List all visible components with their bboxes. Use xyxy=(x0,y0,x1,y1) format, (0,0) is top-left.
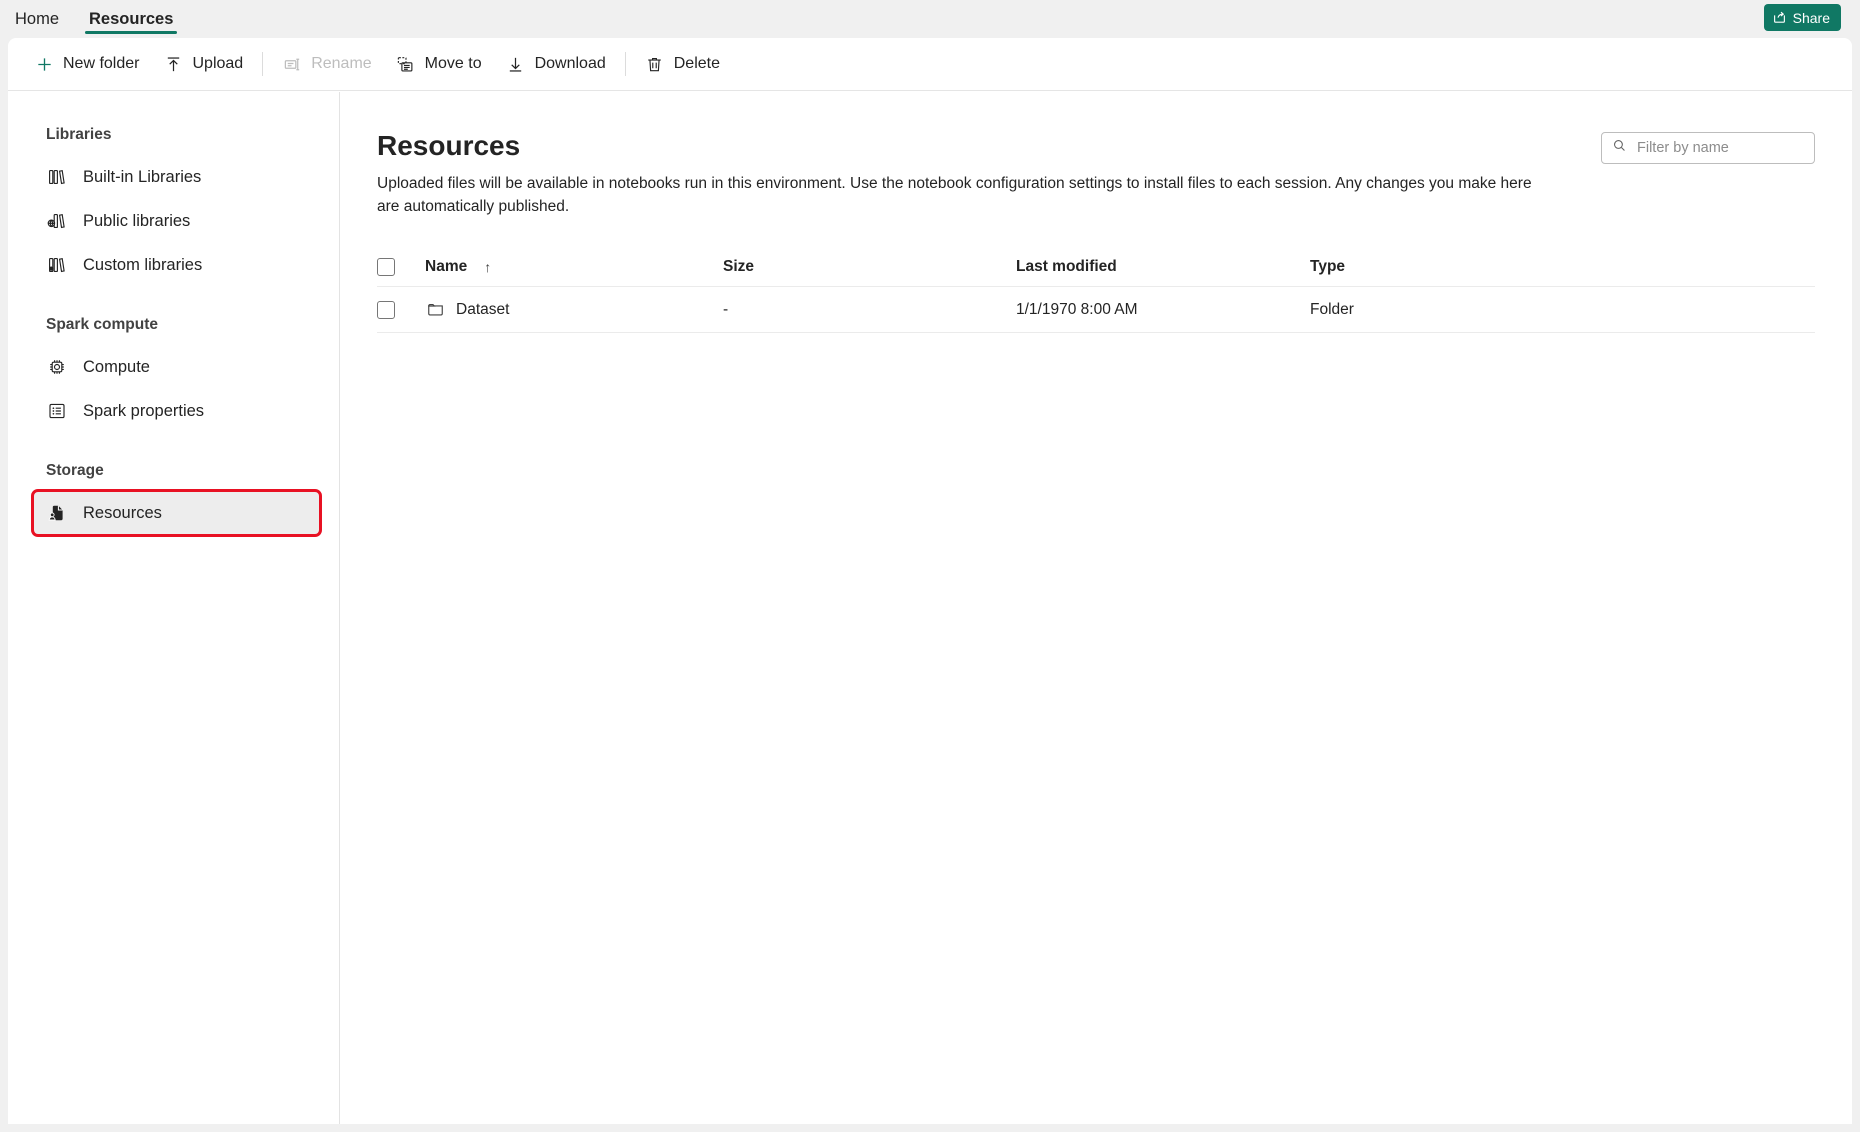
move-to-icon xyxy=(396,54,416,74)
sidebar-item-custom-libraries[interactable]: Custom libraries xyxy=(34,244,319,286)
new-folder-label: New folder xyxy=(63,55,140,72)
app-surface: New folder Upload Rename Move to Downloa… xyxy=(8,38,1852,1124)
page-title: Resources xyxy=(377,130,521,161)
nav-group-spark-compute-title: Spark compute xyxy=(46,316,158,333)
sort-ascending-icon: ↑ xyxy=(484,258,492,275)
toolbar-separator-2 xyxy=(624,52,626,76)
upload-arrow-icon xyxy=(163,54,183,74)
sidebar-item-label: Spark properties xyxy=(83,401,205,420)
public-books-icon xyxy=(46,210,68,232)
share-button[interactable]: Share xyxy=(1763,4,1841,31)
sidebar-item-resources[interactable]: Resources xyxy=(31,489,322,537)
top-tab-strip: Home Resources Share xyxy=(0,0,1860,38)
share-icon xyxy=(1772,9,1787,27)
rename-label: Rename xyxy=(311,55,372,72)
folder-icon xyxy=(425,300,445,320)
tab-resources-label: Resources xyxy=(89,9,174,28)
sidebar-item-built-in-libraries[interactable]: Built-in Libraries xyxy=(34,156,319,198)
books-icon xyxy=(46,166,68,188)
sidebar-item-label: Compute xyxy=(83,357,150,376)
sidebar-item-label: Resources xyxy=(83,503,162,522)
share-button-label: Share xyxy=(1792,9,1830,26)
filter-by-name-box[interactable] xyxy=(1601,132,1826,164)
title-block: Resources Uploaded files will be availab… xyxy=(377,130,1545,218)
upload-label: Upload xyxy=(192,55,244,72)
nav-group-libraries-title: Libraries xyxy=(46,126,112,143)
sidebar-item-label: Built-in Libraries xyxy=(83,167,202,186)
main-header: Resources Uploaded files will be availab… xyxy=(377,130,1826,218)
tab-home[interactable]: Home xyxy=(0,0,74,38)
resources-file-icon xyxy=(46,502,68,524)
sidebar-item-label: Custom libraries xyxy=(83,255,203,274)
table-row[interactable]: Dataset - 1/1/1970 8:00 AM Folder xyxy=(377,287,1815,334)
column-header-name-label: Name xyxy=(425,257,468,275)
cell-name: Dataset xyxy=(425,300,723,320)
rename-icon xyxy=(282,54,302,74)
main-content: Resources Uploaded files will be availab… xyxy=(341,92,1852,1124)
page-description: Uploaded files will be available in note… xyxy=(377,175,1532,215)
toolbar-separator-1 xyxy=(262,52,264,76)
sidebar-item-public-libraries[interactable]: Public libraries xyxy=(34,200,319,242)
upload-button[interactable]: Upload xyxy=(151,46,255,83)
tab-resources[interactable]: Resources xyxy=(74,0,188,38)
new-folder-button[interactable]: New folder xyxy=(22,46,151,83)
move-to-button[interactable]: Move to xyxy=(384,46,494,83)
move-to-label: Move to xyxy=(424,55,482,72)
select-all-cell xyxy=(377,257,425,276)
command-bar: New folder Upload Rename Move to Downloa… xyxy=(8,38,1852,91)
select-all-checkbox[interactable] xyxy=(377,257,395,276)
download-label: Download xyxy=(534,55,606,72)
sidebar-item-spark-properties[interactable]: Spark properties xyxy=(34,390,319,432)
nav-group-storage-title: Storage xyxy=(46,462,104,479)
resources-file-table: Name ↑ Size Last modified Type Dataset -… xyxy=(377,247,1815,334)
column-header-name[interactable]: Name ↑ xyxy=(425,258,723,276)
cell-last-modified: 1/1/1970 8:00 AM xyxy=(1016,300,1138,318)
download-arrow-icon xyxy=(506,54,526,74)
search-icon xyxy=(1612,138,1627,158)
plus-icon xyxy=(34,54,54,74)
column-header-type[interactable]: Type xyxy=(1310,258,1815,276)
column-header-last-modified[interactable]: Last modified xyxy=(1016,258,1310,276)
row-select-cell xyxy=(377,300,425,319)
download-button[interactable]: Download xyxy=(494,46,618,83)
table-header-row: Name ↑ Size Last modified Type xyxy=(377,247,1815,288)
delete-button[interactable]: Delete xyxy=(633,46,732,83)
cell-name-label: Dataset xyxy=(456,300,510,318)
cell-size: - xyxy=(723,300,729,318)
cpu-chip-icon xyxy=(46,356,68,378)
list-properties-icon xyxy=(46,400,68,422)
delete-label: Delete xyxy=(673,55,720,72)
custom-books-icon xyxy=(46,254,68,276)
filter-input[interactable] xyxy=(1635,139,1826,157)
cell-type: Folder xyxy=(1310,300,1354,318)
trash-icon xyxy=(645,54,665,74)
column-header-size[interactable]: Size xyxy=(723,258,1016,276)
row-checkbox[interactable] xyxy=(377,300,395,319)
left-navigation: Libraries Built-in Libraries Public libr… xyxy=(8,92,340,1124)
rename-button[interactable]: Rename xyxy=(270,46,383,83)
sidebar-item-compute[interactable]: Compute xyxy=(34,346,319,388)
tab-home-label: Home xyxy=(15,9,60,28)
sidebar-item-label: Public libraries xyxy=(83,211,191,230)
